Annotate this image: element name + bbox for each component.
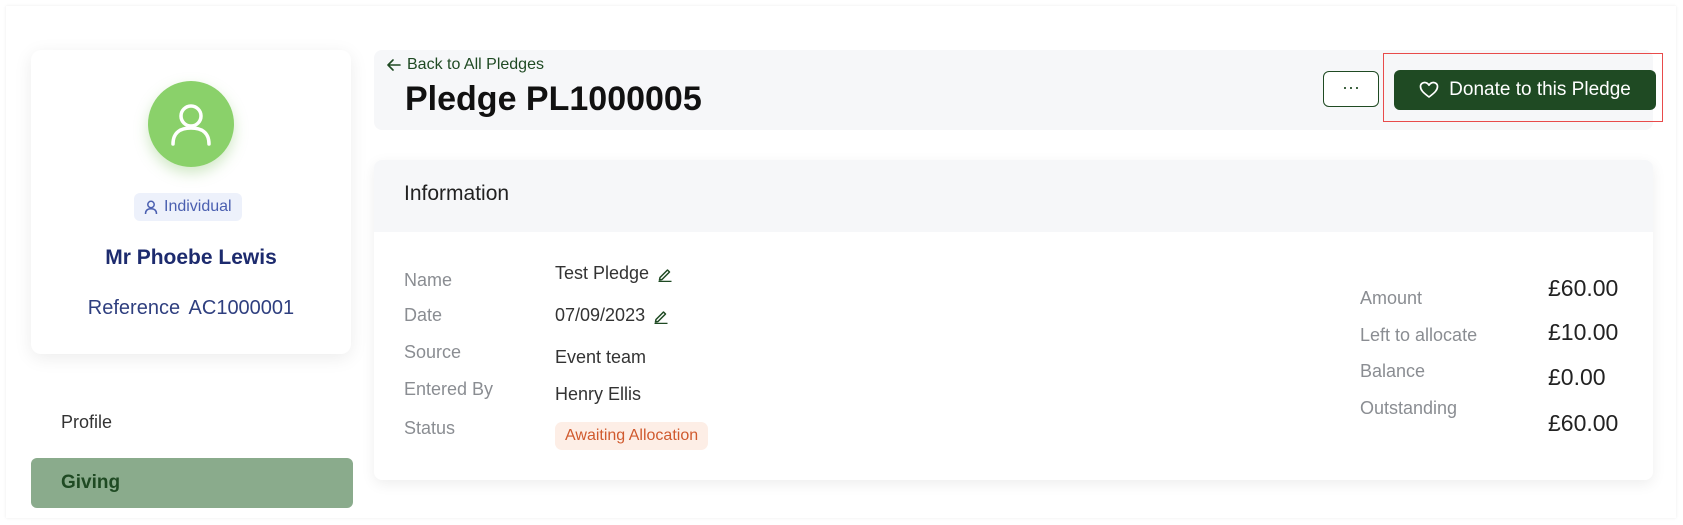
left-to-allocate-label: Left to allocate [1360, 325, 1478, 345]
heart-icon [1419, 81, 1439, 98]
back-link[interactable]: Back to All Pledges [387, 56, 544, 74]
profile-name: Mr Phoebe Lewis [105, 246, 277, 269]
amount-label: Amount [1360, 288, 1423, 308]
pencil-icon[interactable] [657, 266, 673, 282]
information-header: Information [374, 160, 1653, 232]
entered-by-label: Entered By [404, 379, 494, 399]
back-link-label: Back to All Pledges [407, 56, 544, 73]
status-label: Status [404, 418, 456, 438]
more-options-button[interactable]: ··· [1323, 71, 1379, 107]
name-label: Name [404, 270, 453, 290]
information-title: Information [404, 182, 510, 205]
nav-item-giving[interactable]: Giving [31, 458, 353, 508]
amount-value: £60.00 [1548, 275, 1619, 301]
name-value: Test Pledge [555, 263, 673, 284]
source-label: Source [404, 342, 462, 362]
name-text: Test Pledge [555, 263, 650, 283]
page-title: Pledge PL1000005 [405, 80, 702, 118]
nav-item-profile[interactable]: Profile [31, 404, 351, 440]
status-badge: Awaiting Allocation [555, 422, 709, 450]
donate-button-label: Donate to this Pledge [1449, 79, 1631, 100]
reference-value: AC1000001 [188, 297, 295, 319]
profile-card: Individual Mr Phoebe Lewis Reference AC1… [31, 50, 351, 354]
user-icon [171, 104, 211, 146]
reference-label: Reference [87, 297, 181, 319]
date-value: 07/09/2023 [555, 305, 669, 326]
outstanding-value: £60.00 [1548, 410, 1619, 436]
information-card: Information Name Test Pledge Date 07/09/… [374, 160, 1653, 480]
balance-value: £0.00 [1548, 364, 1606, 390]
profile-reference: Reference AC1000001 [31, 297, 351, 320]
contact-type-badge: Individual [134, 193, 242, 221]
donate-button[interactable]: Donate to this Pledge [1394, 70, 1656, 110]
source-value: Event team [555, 347, 647, 367]
date-label: Date [404, 305, 443, 325]
avatar [148, 81, 234, 167]
left-to-allocate-value: £10.00 [1548, 319, 1619, 345]
outstanding-label: Outstanding [1360, 398, 1458, 418]
arrow-left-icon [387, 59, 401, 71]
contact-type-label: Individual [164, 198, 232, 215]
date-text: 07/09/2023 [555, 305, 646, 325]
pencil-icon[interactable] [653, 308, 669, 324]
person-outline-icon [144, 200, 158, 214]
balance-label: Balance [1360, 361, 1426, 381]
entered-by-value: Henry Ellis [555, 384, 642, 404]
